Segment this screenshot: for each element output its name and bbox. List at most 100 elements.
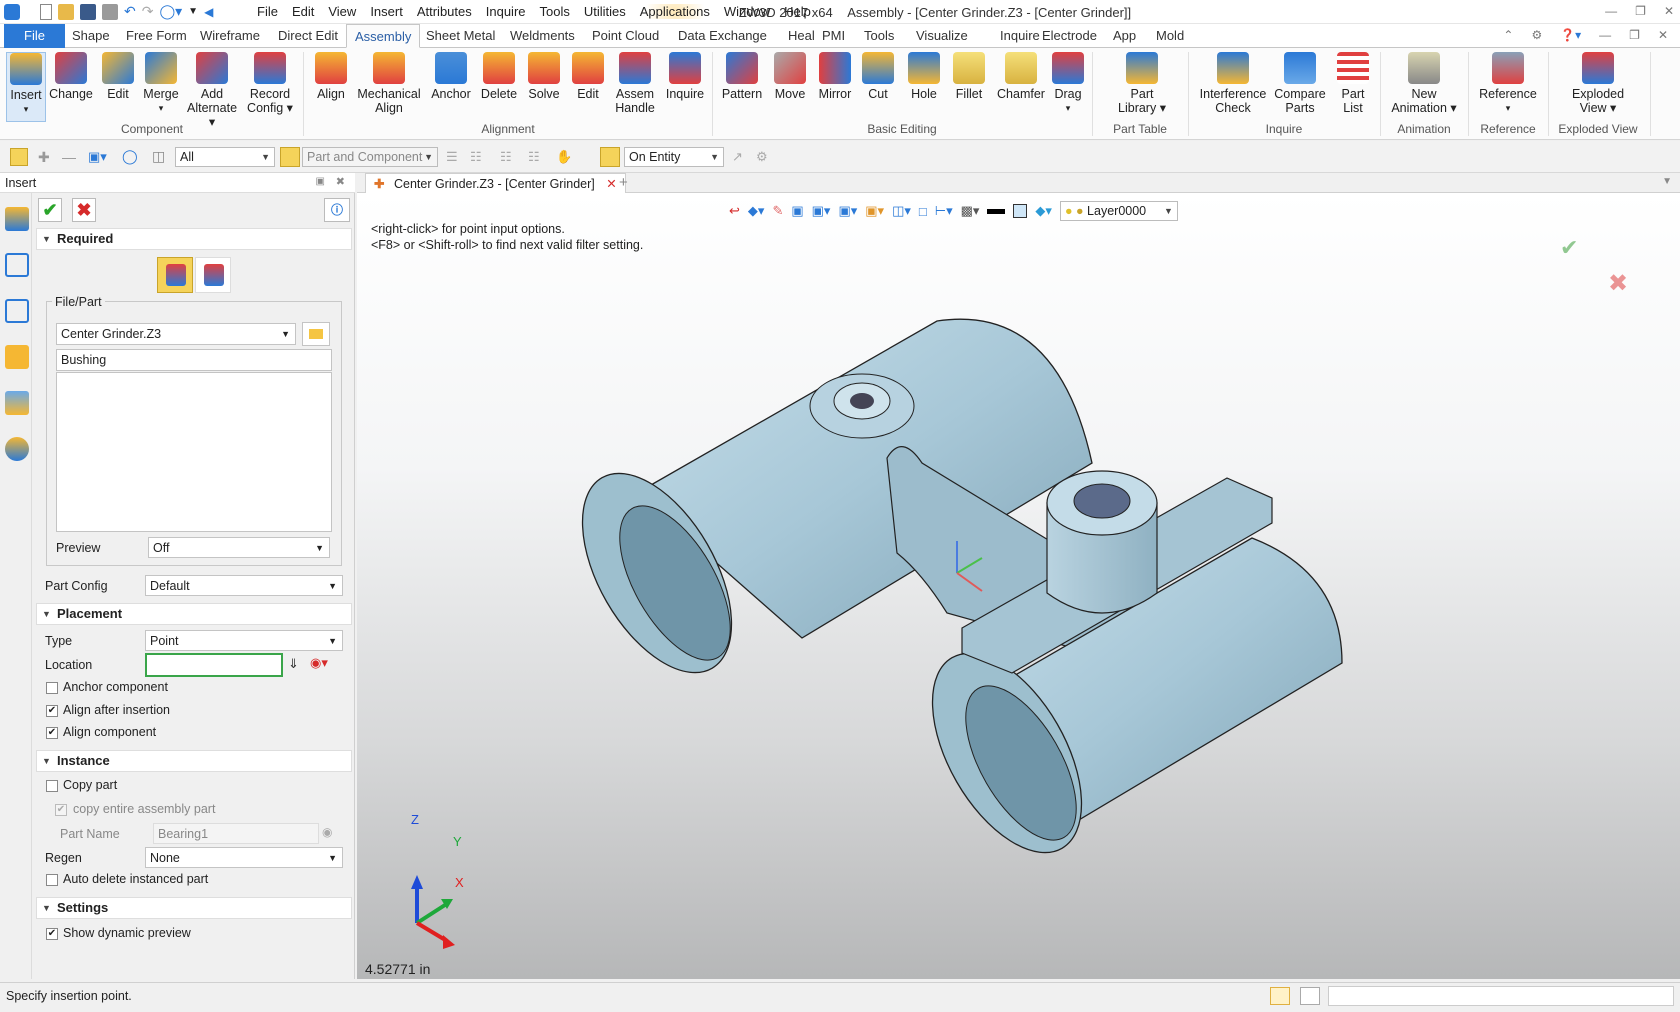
align-component-checkbox[interactable]: ✔ xyxy=(46,727,58,739)
pick-mode-select[interactable]: Part and Component ▼ xyxy=(302,147,438,167)
new-animation-button[interactable]: New Animation ▾ xyxy=(1386,52,1462,115)
close-icon[interactable]: ✕ xyxy=(1664,4,1674,18)
section-required[interactable]: Required xyxy=(36,228,352,250)
move-button[interactable]: Move xyxy=(770,52,810,101)
expand-options-icon[interactable]: ⇓ xyxy=(288,656,299,672)
tab-point-cloud[interactable]: Point Cloud xyxy=(584,24,667,48)
tab-electrode[interactable]: Electrode xyxy=(1034,24,1105,48)
section-placement[interactable]: Placement xyxy=(36,603,352,625)
redo-icon[interactable]: ↷ xyxy=(142,3,154,20)
tab-shape[interactable]: Shape xyxy=(64,24,118,48)
pick-option-5-icon[interactable]: ✋ xyxy=(556,149,572,165)
tab-pmi[interactable]: PMI xyxy=(814,24,853,48)
3d-viewport[interactable]: <right-click> for point input options. <… xyxy=(357,193,1680,979)
menu-attributes[interactable]: Attributes xyxy=(410,4,479,19)
pick-option-3-icon[interactable]: ☷ xyxy=(500,149,512,165)
tab-close-icon[interactable]: ✕ xyxy=(606,177,616,191)
user-icon[interactable] xyxy=(5,437,29,461)
insert-side-icon[interactable] xyxy=(5,207,29,231)
assembly-tree-icon[interactable] xyxy=(5,299,29,323)
tab-free-form[interactable]: Free Form xyxy=(118,24,195,48)
copy-part-checkbox[interactable] xyxy=(46,780,58,792)
exploded-view-button[interactable]: Exploded View ▾ xyxy=(1552,52,1644,115)
section-instance[interactable]: Instance xyxy=(36,750,352,772)
anchor-button[interactable]: Anchor xyxy=(428,52,474,101)
pick-option-icon[interactable]: ☰ xyxy=(446,149,458,165)
snap-option-icon[interactable]: ↗ xyxy=(732,149,743,165)
change-button[interactable]: Change xyxy=(48,52,94,101)
regen-select[interactable]: None ▼ xyxy=(145,847,343,868)
section-settings[interactable]: Settings xyxy=(36,897,352,919)
alignment-edit-button[interactable]: Edit xyxy=(568,52,608,101)
component-edit-button[interactable]: Edit xyxy=(98,52,138,101)
tab-app[interactable]: App xyxy=(1105,24,1144,48)
new-file-icon[interactable] xyxy=(40,3,52,20)
insert-button[interactable]: Insert ▾ xyxy=(6,52,46,122)
mechanical-align-button[interactable]: Mechanical Align xyxy=(356,52,422,115)
location-input[interactable] xyxy=(145,653,283,677)
doc-restore-icon[interactable]: ❐ xyxy=(1629,28,1640,42)
pin-icon[interactable]: ▣ xyxy=(316,176,325,187)
box-select-icon[interactable]: ▣▾ xyxy=(88,149,107,165)
menu-utilities[interactable]: Utilities xyxy=(577,4,633,19)
tab-wireframe[interactable]: Wireframe xyxy=(192,24,268,48)
cut-button[interactable]: Cut xyxy=(860,52,896,101)
customize-icon[interactable]: ▼ xyxy=(188,6,198,17)
minimize-icon[interactable]: — xyxy=(1605,4,1617,18)
tab-data-exchange[interactable]: Data Exchange xyxy=(670,24,775,48)
menu-help[interactable]: Help xyxy=(777,4,818,19)
pick-arrow-icon[interactable] xyxy=(10,148,28,166)
part-library-button[interactable]: Part Library ▾ xyxy=(1114,52,1170,115)
menu-inquire[interactable]: Inquire xyxy=(479,4,533,19)
instance-part-name-field[interactable]: Bearing1 xyxy=(153,823,319,844)
mirror-button[interactable]: Mirror xyxy=(814,52,856,101)
doc-minimize-icon[interactable]: — xyxy=(1599,28,1611,42)
part-name-field[interactable]: Bushing xyxy=(56,349,332,371)
pattern-button[interactable]: Pattern xyxy=(718,52,766,101)
chamfer-button[interactable]: Chamfer xyxy=(996,52,1046,101)
menu-view[interactable]: View xyxy=(321,4,363,19)
reference-button[interactable]: Reference ▾ xyxy=(1472,52,1544,115)
image-icon[interactable] xyxy=(5,391,29,415)
pick-option-4-icon[interactable]: ☷ xyxy=(528,149,540,165)
solve-button[interactable]: Solve xyxy=(524,52,564,101)
drag-button[interactable]: Drag ▾ xyxy=(1050,52,1086,115)
cancel-button[interactable]: ✖ xyxy=(72,198,96,222)
select-mode-icon[interactable]: ◯▾ xyxy=(159,3,182,20)
undo-icon[interactable]: ↶ xyxy=(124,3,136,20)
preview-select[interactable]: Off ▼ xyxy=(148,537,330,558)
command-input[interactable] xyxy=(1328,986,1674,1006)
print-icon[interactable] xyxy=(102,3,118,20)
record-config-button[interactable]: Record Config ▾ xyxy=(244,52,296,115)
app-logo-icon[interactable] xyxy=(4,3,20,20)
show-preview-checkbox[interactable]: ✔ xyxy=(46,928,58,940)
open-folder-icon[interactable] xyxy=(58,3,74,20)
hole-button[interactable]: Hole xyxy=(906,52,942,101)
save-icon[interactable] xyxy=(80,3,96,20)
part-list-button[interactable]: Part List xyxy=(1332,52,1374,115)
tab-direct-edit[interactable]: Direct Edit xyxy=(270,24,346,48)
browse-button[interactable] xyxy=(302,322,330,346)
inquire-align-button[interactable]: Inquire xyxy=(662,52,708,101)
tab-mold[interactable]: Mold xyxy=(1148,24,1192,48)
filter-select[interactable]: All ▼ xyxy=(175,147,275,167)
tab-visualize[interactable]: Visualize xyxy=(908,24,976,48)
snap-option-2-icon[interactable]: ⚙ xyxy=(756,149,768,165)
part-model[interactable] xyxy=(357,193,1680,979)
align-after-insertion-checkbox[interactable]: ✔ xyxy=(46,705,58,717)
interference-check-button[interactable]: Interference Check xyxy=(1198,52,1268,115)
menu-edit[interactable]: Edit xyxy=(285,4,321,19)
part-config-select[interactable]: Default ▼ xyxy=(145,575,343,596)
menu-applications[interactable]: Applications xyxy=(632,4,717,19)
align-button[interactable]: Align xyxy=(310,52,352,101)
pick-option-2-icon[interactable]: ☷ xyxy=(470,149,482,165)
part-name-picker-icon[interactable]: ◉ xyxy=(322,825,332,839)
delete-button[interactable]: Delete xyxy=(478,52,520,101)
panel-close-icon[interactable]: ✖ xyxy=(336,175,345,188)
fillet-button[interactable]: Fillet xyxy=(948,52,990,101)
info-button[interactable]: ⓘ xyxy=(324,198,350,222)
menu-window[interactable]: Window xyxy=(717,4,777,19)
tab-file[interactable]: File xyxy=(4,24,65,48)
settings-icon[interactable]: ⚙ xyxy=(1531,28,1542,42)
menu-insert[interactable]: Insert xyxy=(363,4,410,19)
